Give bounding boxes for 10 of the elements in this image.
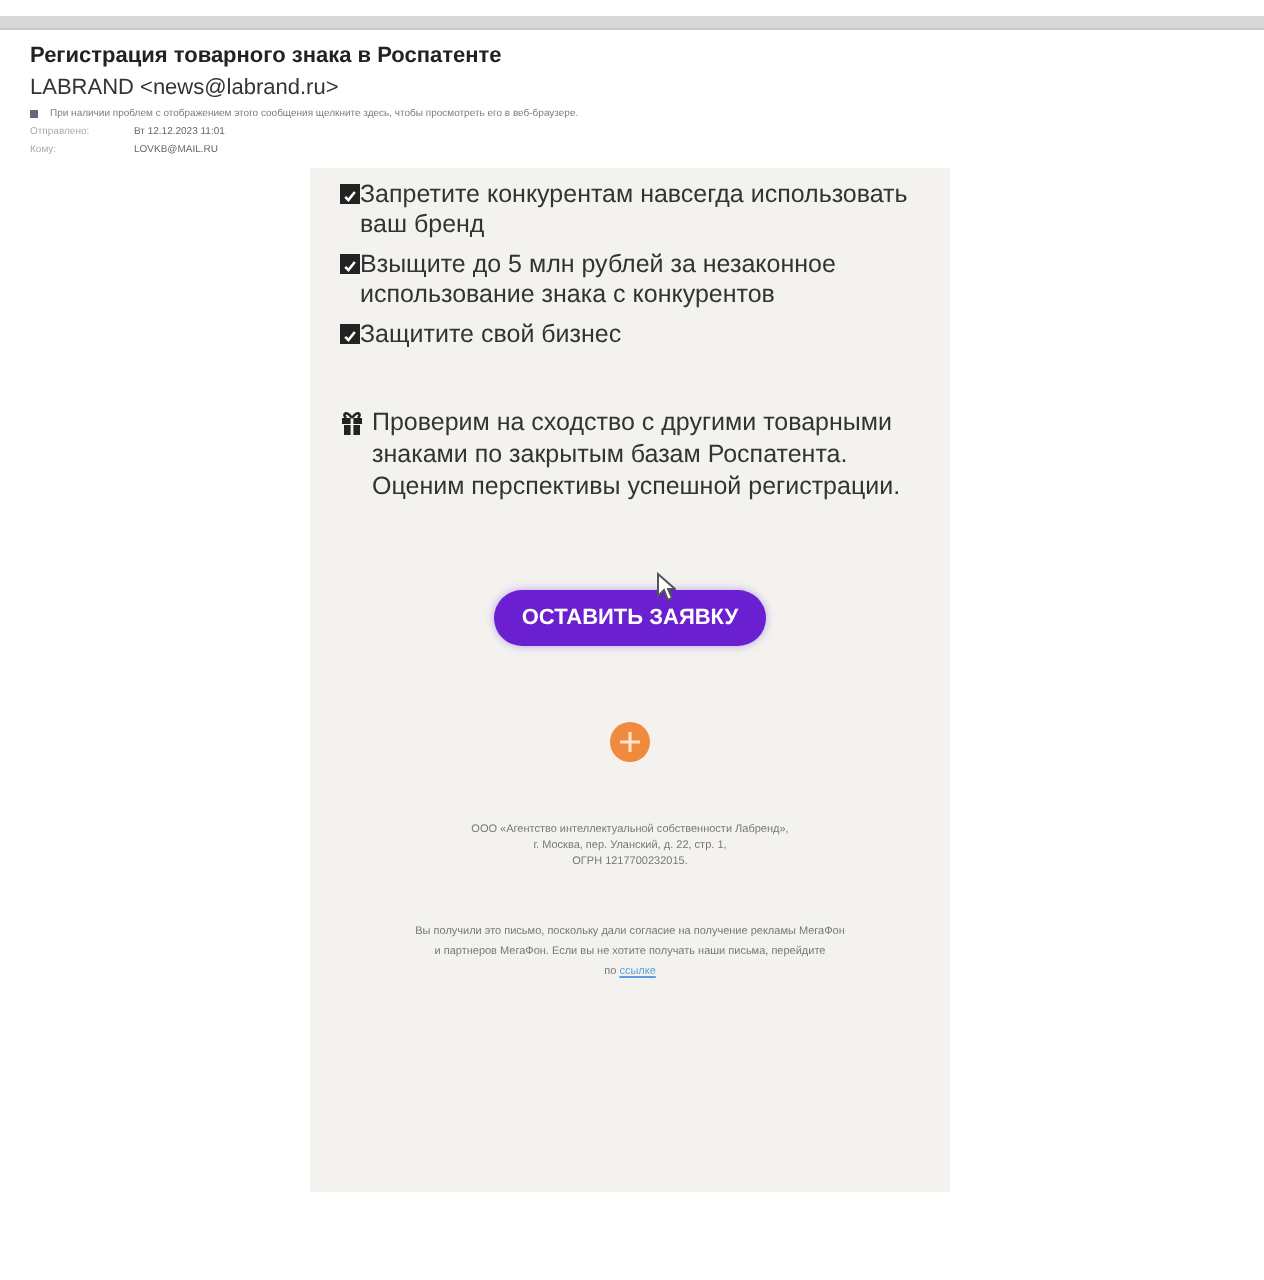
submit-request-button[interactable]: ОСТАВИТЬ ЗАЯВКУ xyxy=(493,590,767,646)
gift-icon xyxy=(340,408,364,436)
email-sender: LABRAND <news@labrand.ru> xyxy=(30,76,341,100)
cursor-icon xyxy=(656,572,676,602)
offer-text: Проверим на сходство с другими товарными знаками по закрытым базам Роспатента. Оценим перспективы успешной регистрации. xyxy=(372,406,903,502)
benefit-text: Взыщите до 5 млн рублей за незаконное использование знака с конкурентов xyxy=(360,250,838,310)
benefit-text: Запретите конкурентам навсегда использовать ваш бренд xyxy=(360,180,910,240)
info-icon xyxy=(30,110,38,118)
benefit-text: Защитите свой бизнес xyxy=(360,320,622,350)
email-subject: Регистрация товарного знака в Роспатенте xyxy=(30,44,504,68)
